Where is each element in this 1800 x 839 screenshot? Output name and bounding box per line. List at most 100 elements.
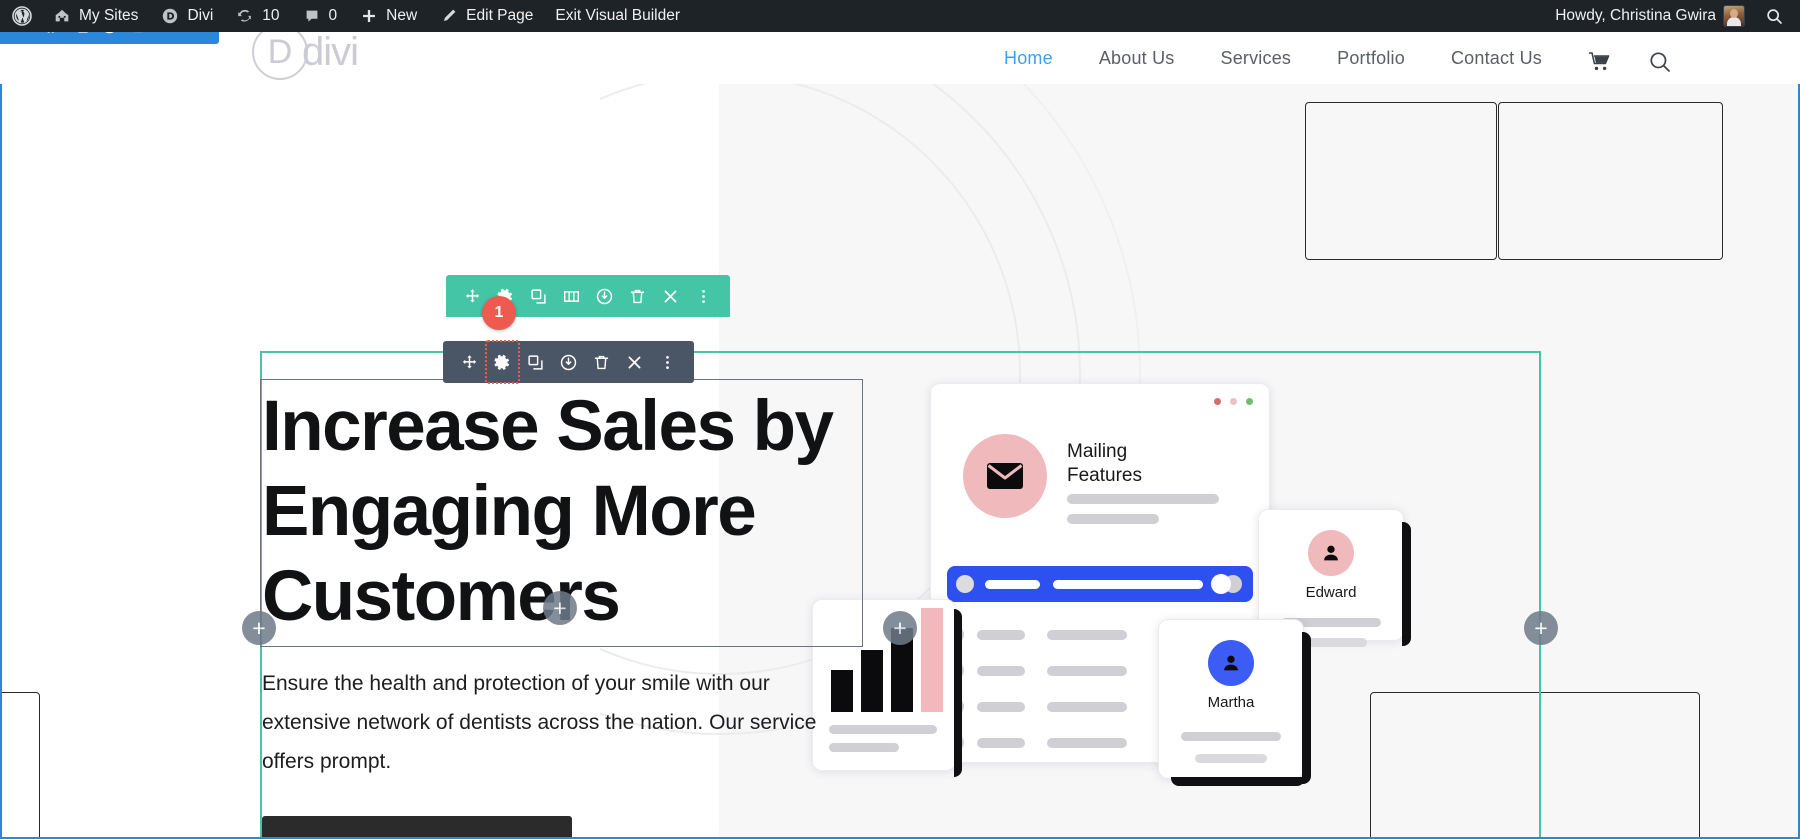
row-duplicate-icon[interactable] bbox=[522, 275, 555, 317]
add-column-right-button[interactable]: + bbox=[1524, 611, 1558, 645]
hero-paragraph: Ensure the health and protection of your… bbox=[262, 664, 862, 781]
row-toggle-on bbox=[1211, 574, 1231, 594]
header-search-icon[interactable] bbox=[1648, 50, 1672, 74]
admin-bar-comments[interactable]: 0 bbox=[291, 0, 349, 32]
updates-icon bbox=[235, 6, 255, 26]
module-move-icon[interactable] bbox=[453, 341, 486, 383]
plus-icon bbox=[359, 6, 379, 26]
row-avatar-dot bbox=[956, 575, 974, 593]
admin-bar-howdy[interactable]: Howdy, Christina Gwira bbox=[1545, 6, 1754, 26]
admin-bar-my-sites[interactable]: My Sites bbox=[41, 0, 149, 32]
nav-item-home[interactable]: Home bbox=[981, 48, 1076, 69]
module-toolbar bbox=[443, 341, 694, 383]
avatar bbox=[1724, 6, 1744, 26]
site-logo[interactable]: D divi bbox=[252, 24, 358, 80]
card-shadow-edge bbox=[1302, 632, 1311, 784]
row-column-structure-icon[interactable] bbox=[555, 275, 588, 317]
envelope-icon bbox=[963, 434, 1047, 518]
admin-bar-new-label: New bbox=[386, 7, 417, 25]
site-header: D divi Home About Us Services Portfolio … bbox=[0, 32, 1800, 84]
admin-bar-exit-label: Exit Visual Builder bbox=[555, 7, 680, 25]
step-badge: 1 bbox=[482, 296, 516, 330]
row-cell-1 bbox=[977, 630, 1025, 640]
person-name-edward: Edward bbox=[1259, 584, 1403, 601]
add-module-left-button[interactable]: + bbox=[242, 611, 276, 645]
module-duplicate-icon[interactable] bbox=[519, 341, 552, 383]
admin-bar-left: My Sites Divi 10 0 bbox=[0, 0, 691, 32]
chart-bar-highlight bbox=[921, 608, 943, 712]
person-icon bbox=[1308, 530, 1354, 576]
person-line-1 bbox=[1181, 732, 1281, 741]
person-name-martha: Martha bbox=[1159, 694, 1303, 711]
mail-title-bar-1 bbox=[1067, 494, 1219, 504]
person-line-2 bbox=[1195, 754, 1267, 763]
main-navigation: Home About Us Services Portfolio Contact… bbox=[981, 48, 1565, 69]
search-icon bbox=[1764, 6, 1784, 26]
hero-illustration: Mailing Features bbox=[930, 364, 1560, 839]
site-logo-text: divi bbox=[302, 30, 358, 75]
row-save-to-library-icon[interactable] bbox=[588, 275, 621, 317]
wireframe-box-bottom-left bbox=[0, 692, 40, 839]
row-line-1 bbox=[985, 580, 1040, 589]
window-dot-pink bbox=[1230, 398, 1237, 405]
admin-bar-edit-page-label: Edit Page bbox=[466, 7, 533, 25]
mailing-card-title: Mailing Features bbox=[1067, 440, 1207, 488]
admin-bar-new[interactable]: New bbox=[348, 0, 428, 32]
book-an-appointment-button[interactable]: Book An Appointment bbox=[262, 816, 572, 839]
window-dot-green bbox=[1246, 398, 1253, 405]
row-cell-1 bbox=[977, 738, 1025, 748]
module-trash-icon[interactable] bbox=[585, 341, 618, 383]
module-close-icon[interactable] bbox=[618, 341, 651, 383]
row-cell-2 bbox=[1047, 666, 1127, 676]
admin-bar-howdy-label: Howdy, Christina Gwira bbox=[1555, 7, 1716, 25]
wireframe-box-top-right bbox=[1498, 102, 1723, 260]
wordpress-logo-icon bbox=[12, 6, 32, 26]
admin-bar-divi[interactable]: Divi bbox=[149, 0, 224, 32]
module-gear-icon[interactable] bbox=[486, 341, 519, 383]
admin-bar-comments-count: 0 bbox=[329, 7, 338, 25]
mail-title-bar-2 bbox=[1067, 514, 1159, 524]
divi-logo-mark-icon: D bbox=[252, 24, 308, 80]
admin-bar-divi-label: Divi bbox=[187, 7, 213, 25]
row-trash-icon[interactable] bbox=[621, 275, 654, 317]
row-line-2 bbox=[1053, 580, 1203, 589]
chart-bar bbox=[861, 650, 883, 712]
admin-bar-my-sites-label: My Sites bbox=[79, 7, 138, 25]
card-shadow-edge bbox=[954, 609, 962, 777]
row-cell-2 bbox=[1047, 630, 1127, 640]
admin-bar-edit-page[interactable]: Edit Page bbox=[428, 0, 544, 32]
admin-bar-exit-visual-builder[interactable]: Exit Visual Builder bbox=[544, 0, 691, 32]
window-dot-red bbox=[1214, 398, 1221, 405]
row-cell-2 bbox=[1047, 702, 1127, 712]
comments-icon bbox=[302, 6, 322, 26]
admin-bar-right: Howdy, Christina Gwira bbox=[1545, 0, 1800, 32]
page-canvas: Mailing Features bbox=[0, 84, 1800, 839]
wp-admin-bar: My Sites Divi 10 0 bbox=[0, 0, 1800, 32]
cart-icon[interactable] bbox=[1588, 51, 1612, 73]
nav-item-about-us[interactable]: About Us bbox=[1076, 48, 1198, 69]
admin-bar-updates-count: 10 bbox=[262, 7, 279, 25]
window-dots bbox=[1214, 398, 1253, 405]
row-more-options-icon[interactable] bbox=[687, 275, 720, 317]
app-root: My Sites Divi 10 0 bbox=[0, 0, 1800, 839]
header-icons bbox=[1588, 50, 1672, 74]
sites-icon bbox=[52, 6, 72, 26]
pencil-icon bbox=[439, 6, 459, 26]
module-save-to-library-icon[interactable] bbox=[552, 341, 585, 383]
admin-bar-search-button[interactable] bbox=[1754, 6, 1800, 26]
person-icon bbox=[1208, 640, 1254, 686]
nav-item-services[interactable]: Services bbox=[1197, 48, 1314, 69]
row-cell-1 bbox=[977, 666, 1025, 676]
add-module-center-button[interactable]: + bbox=[543, 591, 577, 625]
row-cell-1 bbox=[977, 702, 1025, 712]
wordpress-logo-button[interactable] bbox=[0, 0, 41, 32]
card-shadow-edge bbox=[1402, 522, 1411, 646]
row-close-icon[interactable] bbox=[654, 275, 687, 317]
admin-bar-updates[interactable]: 10 bbox=[224, 0, 290, 32]
mail-highlighted-row bbox=[947, 566, 1253, 602]
module-more-options-icon[interactable] bbox=[651, 341, 684, 383]
nav-item-portfolio[interactable]: Portfolio bbox=[1314, 48, 1428, 69]
add-module-right-button[interactable]: + bbox=[883, 611, 917, 645]
card-shadow-bottom bbox=[1171, 777, 1305, 786]
nav-item-contact-us[interactable]: Contact Us bbox=[1428, 48, 1565, 69]
